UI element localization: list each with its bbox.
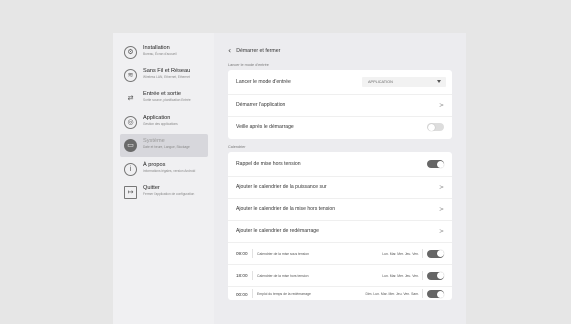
- standby-label: Veille après le démarrage: [236, 124, 294, 130]
- calendar-card: Rappel de mise hors tension Ajouter le c…: [228, 152, 452, 300]
- back-icon[interactable]: ‹: [228, 47, 231, 55]
- toggle-knob: [436, 272, 444, 279]
- add-power-off-row[interactable]: Ajouter le calendrier de la mise hors te…: [228, 198, 452, 219]
- sidebar-item-installation[interactable]: ⚙ Installation Bureau, Écran d'accueil: [120, 41, 208, 64]
- sidebar-item-title: Quitter: [143, 185, 160, 191]
- gear-icon: ⚙: [124, 46, 137, 59]
- sidebar-item-quit[interactable]: ↦ Quitter Fermer l'application de configu…: [120, 181, 208, 204]
- sidebar-item-title: Application: [143, 115, 171, 121]
- standby-row: Veille après le démarrage: [228, 116, 452, 137]
- schedule-description: Emploi du temps de la redémarrage: [257, 292, 311, 296]
- divider: [252, 289, 253, 298]
- sidebar-item-subtitle: Wireless LAN, Ethernet, Ethernet: [143, 75, 190, 79]
- launch-mode-row: Lancer le mode d'entrée APPLICATION: [228, 72, 452, 92]
- toggle-knob: [427, 123, 435, 131]
- schedule-days: Lun. Mar. Mer. Jeu. Ven.: [382, 273, 419, 278]
- sidebar-item-title: Installation: [143, 45, 170, 51]
- schedule-toggle[interactable]: [427, 249, 444, 258]
- divider: [252, 271, 253, 280]
- schedule-row: 18:00 Calendrier de la mise hors tension…: [228, 264, 452, 286]
- sidebar-item-application[interactable]: ◎ Application Gestion des applications: [120, 111, 208, 134]
- toggle-knob: [436, 290, 444, 298]
- toggle-knob: [436, 160, 444, 168]
- start-app-label: Démarrer l'application: [236, 102, 286, 108]
- sidebar-item-subtitle: Gestion des applications: [143, 122, 178, 126]
- section-label-calendar: Calendrier: [228, 145, 246, 149]
- sidebar-item-title: Sans Fil et Réseau: [143, 68, 191, 74]
- sidebar-item-subtitle: Sortie source, planification Entrée: [143, 98, 191, 102]
- sidebar: ⚙ Installation Bureau, Écran d'accueil ≋ …: [113, 33, 212, 324]
- schedule-toggle[interactable]: [427, 271, 444, 280]
- add-power-off-label: Ajouter le calendrier de la mise hors te…: [236, 206, 336, 212]
- chevron-right-icon: >: [438, 183, 444, 191]
- panel-header: ‹ Démarrer et fermer: [228, 47, 280, 55]
- sidebar-item-subtitle: Date et heure, Langue, Stockage: [143, 145, 190, 149]
- divider: [252, 249, 253, 258]
- add-restart-label: Ajouter le calendrier de redémarrage: [236, 228, 319, 234]
- add-restart-row[interactable]: Ajouter le calendrier de redémarrage >: [228, 220, 452, 241]
- schedule-time: 18:00: [236, 273, 248, 278]
- page-title: Démarrer et fermer: [236, 48, 281, 54]
- exit-icon: ↦: [124, 186, 137, 199]
- sidebar-item-input-output[interactable]: ⇄ Entrée et sortie Sortie source, planifi…: [120, 87, 208, 110]
- schedule-days: Dim. Lun. Mar. Mer. Jeu. Ven. Sam.: [365, 292, 419, 296]
- sidebar-item-about[interactable]: i À propos Informations légales, version …: [120, 158, 208, 181]
- sidebar-item-title: À propos: [143, 162, 166, 168]
- recall-row: Rappel de mise hors tension: [228, 154, 452, 174]
- add-power-on-label: Ajouter le calendrier de la puissance su…: [236, 184, 327, 190]
- sidebar-item-network[interactable]: ≋ Sans Fil et Réseau Wireless LAN, Ethern…: [120, 64, 208, 87]
- launch-card: Lancer le mode d'entrée APPLICATION Déma…: [228, 70, 452, 139]
- info-icon: i: [124, 163, 137, 176]
- divider: [422, 289, 423, 298]
- schedule-row: 00:00 Emploi du temps de la redémarrage …: [228, 286, 452, 301]
- schedule-time: 09:00: [236, 251, 248, 256]
- chevron-right-icon: >: [438, 101, 444, 109]
- schedule-row: 09:00 Calendrier de la mise sous tension…: [228, 242, 452, 264]
- launch-mode-label: Lancer le mode d'entrée: [236, 79, 291, 85]
- chevron-right-icon: >: [438, 227, 444, 235]
- sidebar-item-title: Entrée et sortie: [143, 91, 181, 97]
- launch-mode-value: APPLICATION: [368, 80, 393, 84]
- sidebar-item-subtitle: Informations légales, version Android: [143, 169, 196, 173]
- schedule-days: Lun. Mar. Mer. Jeu. Ven.: [382, 251, 419, 256]
- sidebar-item-system[interactable]: ▭ Système Date et heure, Langue, Stockage: [120, 134, 208, 157]
- sidebar-item-subtitle: Fermer l'application de configuration: [143, 192, 195, 196]
- sidebar-item-title: Système: [143, 138, 165, 144]
- input-output-icon: ⇄: [127, 94, 134, 102]
- recall-label: Rappel de mise hors tension: [236, 161, 301, 167]
- schedule-time: 00:00: [236, 291, 248, 297]
- standby-toggle[interactable]: [427, 123, 444, 131]
- divider: [422, 249, 423, 258]
- toggle-knob: [436, 250, 444, 257]
- application-icon: ◎: [124, 116, 137, 129]
- system-icon: ▭: [124, 139, 137, 152]
- schedule-toggle[interactable]: [427, 290, 444, 298]
- settings-panel: ‹ Démarrer et fermer Lancer le mode d'en…: [214, 33, 466, 324]
- schedule-description: Calendrier de la mise sous tension: [257, 251, 310, 256]
- recall-toggle[interactable]: [427, 160, 444, 168]
- schedule-description: Calendrier de la mise hors tension: [257, 273, 309, 278]
- chevron-right-icon: >: [438, 205, 444, 213]
- start-app-row[interactable]: Démarrer l'application >: [228, 94, 452, 115]
- launch-mode-select[interactable]: APPLICATION: [362, 77, 446, 87]
- add-power-on-row[interactable]: Ajouter le calendrier de la puissance su…: [228, 176, 452, 197]
- sidebar-item-subtitle: Bureau, Écran d'accueil: [143, 52, 177, 56]
- settings-window: ⚙ Installation Bureau, Écran d'accueil ≋ …: [113, 33, 466, 324]
- wifi-icon: ≋: [124, 69, 137, 82]
- caret-down-icon: [437, 80, 441, 83]
- section-label-launch: Lancer le mode d'entrée: [228, 63, 269, 67]
- divider: [422, 271, 423, 280]
